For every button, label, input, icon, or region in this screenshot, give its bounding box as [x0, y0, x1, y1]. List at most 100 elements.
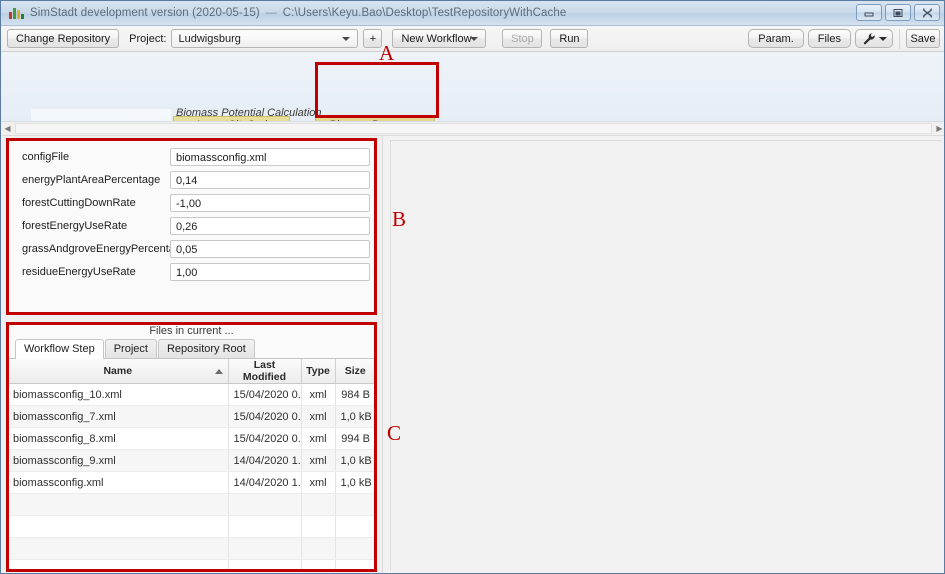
project-label: Project: — [129, 32, 167, 45]
parameter-input[interactable]: 0,26 — [170, 216, 370, 235]
cell-type — [301, 559, 336, 571]
cell-size: 1,0 kB — [335, 449, 375, 472]
cell-name — [8, 559, 229, 571]
window-path: C:\Users\Keyu.Bao\Desktop\TestRepository… — [282, 7, 567, 19]
annotation-label-b: B — [392, 207, 407, 231]
chevron-down-icon — [470, 36, 479, 41]
title-separator: — — [265, 7, 277, 19]
cell-size — [335, 559, 375, 571]
application-window: SimStadt development version (2020-05-15… — [0, 0, 945, 574]
parameter-label: forestEnergyUseRate — [22, 219, 128, 232]
close-icon[interactable] — [914, 4, 940, 21]
parameter-label: forestCuttingDownRate — [22, 196, 136, 209]
chevron-down-icon — [342, 36, 351, 41]
parameter-label: energyPlantAreaPercentage — [22, 173, 161, 186]
parameter-input[interactable]: 0,14 — [170, 170, 370, 189]
cell-name: biomassconfig_9.xml — [8, 449, 229, 472]
table-row[interactable]: biomassconfig_9.xml 14/04/2020 1... xml … — [8, 449, 375, 472]
tab-workflow-step[interactable]: Workflow Step — [15, 339, 104, 359]
chevron-down-icon — [878, 36, 887, 41]
scrollbar-track[interactable] — [15, 123, 932, 134]
cell-type — [301, 537, 336, 560]
new-workflow-button[interactable]: New Workflow — [392, 29, 487, 48]
sort-ascending-icon — [214, 369, 223, 374]
cell-type — [301, 493, 336, 516]
column-header-type[interactable]: Type — [301, 359, 336, 384]
cell-type: xml — [301, 383, 336, 406]
minimize-icon[interactable] — [856, 4, 882, 21]
workflow-node-header — [31, 109, 171, 121]
parameter-row: forestCuttingDownRate -1,00 — [8, 191, 375, 214]
cell-size — [335, 493, 375, 516]
cell-size: 984 B — [335, 383, 375, 406]
cell-name: biomassconfig_10.xml — [8, 383, 229, 406]
left-column: configFile biomassconfig.xml energyPlant… — [1, 136, 382, 573]
wrench-icon[interactable] — [855, 29, 893, 48]
workflow-horizontal-scrollbar[interactable]: ◀ ▶ — [1, 122, 944, 136]
parameter-label: configFile — [22, 150, 70, 163]
column-header-last-modified[interactable]: Last Modified — [228, 359, 302, 384]
window-title: SimStadt development version (2020-05-15… — [30, 7, 260, 19]
cell-modified — [228, 493, 302, 516]
window-controls — [856, 4, 940, 21]
parameter-input[interactable]: -1,00 — [170, 193, 370, 212]
project-select-value: Ludwigsburg — [178, 32, 241, 45]
tab-project[interactable]: Project — [104, 339, 157, 358]
parameter-input[interactable]: biomassconfig.xml — [170, 147, 370, 166]
param-button[interactable]: Param. — [748, 29, 804, 48]
cell-size — [335, 515, 375, 538]
cell-type: xml — [301, 427, 336, 450]
cell-modified — [228, 559, 302, 571]
stop-button[interactable]: Stop — [502, 29, 543, 48]
parameter-row: configFile biomassconfig.xml — [8, 145, 375, 168]
cell-size: 1,0 kB — [335, 471, 375, 494]
maximize-icon[interactable] — [885, 4, 911, 21]
cell-name — [8, 493, 229, 516]
cell-modified: 15/04/2020 0... — [228, 383, 302, 406]
table-row[interactable]: biomassconfig.xml 14/04/2020 1... xml 1,… — [8, 471, 375, 494]
scroll-left-icon[interactable]: ◀ — [1, 122, 14, 135]
project-select[interactable]: Ludwigsburg — [171, 29, 359, 48]
table-row[interactable] — [8, 515, 375, 538]
cell-modified: 14/04/2020 1... — [228, 449, 302, 472]
new-workflow-label: New Workflow — [401, 32, 472, 45]
cell-type: xml — [301, 471, 336, 494]
parameter-input[interactable]: 1,00 — [170, 262, 370, 281]
files-table: Name Last Modified Type Size biomassconf… — [8, 359, 375, 571]
scroll-right-icon[interactable]: ▶ — [933, 122, 944, 135]
run-button[interactable]: Run — [550, 29, 589, 48]
workflow-node-repository[interactable]: Ludwigsburg_BiomassPot CityGMLs: 0 — [31, 109, 171, 121]
table-row[interactable] — [8, 493, 375, 516]
cell-name: biomassconfig.xml — [8, 471, 229, 494]
table-row[interactable]: biomassconfig_10.xml 15/04/2020 0... xml… — [8, 383, 375, 406]
save-button[interactable]: Save — [906, 29, 940, 48]
cell-type: xml — [301, 449, 336, 472]
workflow-strip: Biomass Potential Calculation Ludwigsbur… — [1, 52, 944, 122]
parameter-row: residueEnergyUseRate 1,00 — [8, 260, 375, 283]
tab-repository-root[interactable]: Repository Root — [157, 339, 255, 358]
table-row[interactable]: biomassconfig_7.xml 15/04/2020 0... xml … — [8, 405, 375, 428]
cell-size — [335, 537, 375, 560]
parameter-label: residueEnergyUseRate — [22, 265, 136, 278]
parameter-label: grassAndgroveEnergyPercentage — [22, 242, 188, 255]
parameter-input[interactable]: 0,05 — [170, 239, 370, 258]
table-row[interactable]: biomassconfig_8.xml 15/04/2020 0... xml … — [8, 427, 375, 450]
column-header-size[interactable]: Size — [335, 359, 375, 384]
change-repository-button[interactable]: Change Repository — [7, 29, 120, 48]
table-row[interactable] — [8, 559, 375, 571]
annotation-label-c: C — [387, 421, 402, 445]
table-row[interactable] — [8, 537, 375, 560]
right-content-area — [390, 140, 942, 571]
cell-type — [301, 515, 336, 538]
column-header-name[interactable]: Name — [8, 359, 229, 384]
files-button[interactable]: Files — [807, 29, 851, 48]
main-toolbar: Change Repository Project: Ludwigsburg +… — [1, 26, 944, 52]
cell-name: biomassconfig_7.xml — [8, 405, 229, 428]
parameter-row: energyPlantAreaPercentage 0,14 — [8, 168, 375, 191]
files-table-header-row: Name Last Modified Type Size — [8, 359, 375, 384]
parameters-panel: configFile biomassconfig.xml energyPlant… — [7, 139, 376, 314]
bar-chart-icon — [8, 6, 24, 20]
files-table-container: Name Last Modified Type Size biomassconf… — [8, 359, 375, 571]
parameter-row: forestEnergyUseRate 0,26 — [8, 214, 375, 237]
cell-name: biomassconfig_8.xml — [8, 427, 229, 450]
